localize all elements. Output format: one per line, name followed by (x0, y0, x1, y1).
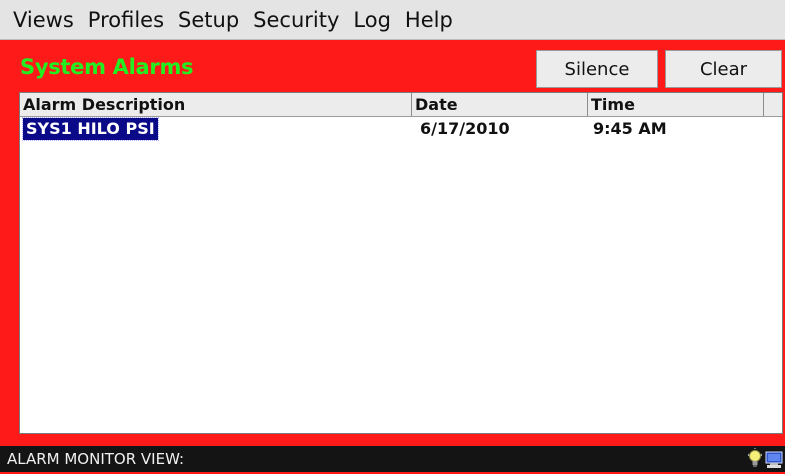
menu-help[interactable]: Help (398, 8, 460, 32)
status-text: ALARM MONITOR VIEW: (7, 450, 185, 468)
lightbulb-icon[interactable] (747, 448, 763, 474)
status-bar: ALARM MONITOR VIEW: (0, 446, 785, 472)
menu-views[interactable]: Views (6, 8, 81, 32)
column-header-alarm-description[interactable]: Alarm Description (20, 93, 412, 116)
alarm-time-cell: 9:45 AM (593, 119, 667, 138)
column-header-time[interactable]: Time (588, 93, 764, 116)
menu-security[interactable]: Security (246, 8, 346, 32)
alarm-list[interactable]: Alarm Description Date Time SYS1 HILO PS… (19, 92, 783, 434)
network-computer-icon[interactable] (764, 448, 785, 474)
list-header: Alarm Description Date Time (20, 93, 782, 117)
menu-setup[interactable]: Setup (171, 8, 246, 32)
menu-log[interactable]: Log (346, 8, 398, 32)
clear-button[interactable]: Clear (665, 50, 782, 88)
table-row[interactable]: SYS1 HILO PSI 6/17/2010 9:45 AM (20, 117, 782, 141)
alarm-description-cell[interactable]: SYS1 HILO PSI (22, 117, 159, 141)
column-header-filler (764, 93, 782, 116)
silence-button[interactable]: Silence (536, 50, 658, 88)
alarm-date-cell: 6/17/2010 (420, 119, 510, 138)
menu-bar: Views Profiles Setup Security Log Help (0, 0, 785, 40)
menu-profiles[interactable]: Profiles (81, 8, 171, 32)
panel-title: System Alarms (20, 55, 194, 79)
column-header-date[interactable]: Date (412, 93, 588, 116)
